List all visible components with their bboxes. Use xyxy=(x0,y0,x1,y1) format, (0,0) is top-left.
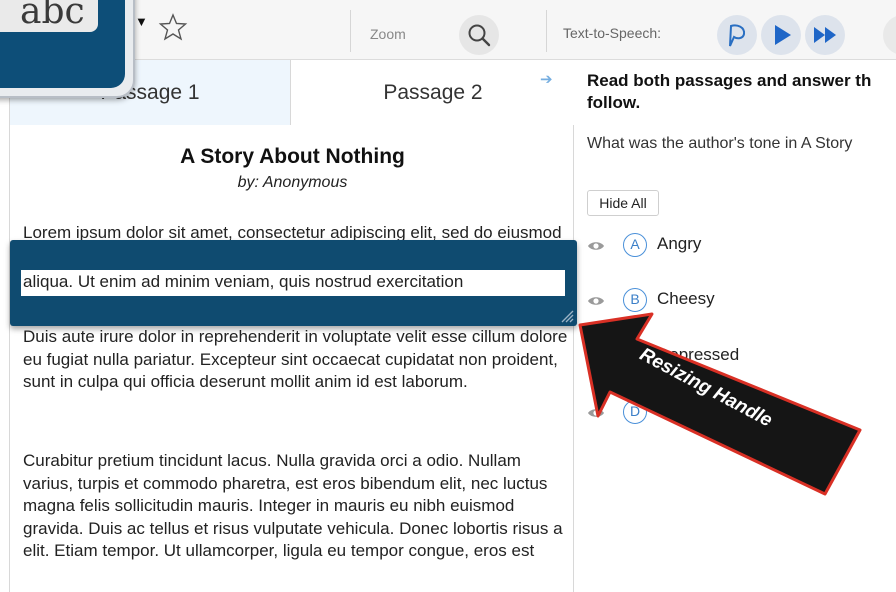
option-label: Comical xyxy=(657,401,719,420)
question-pane: Read both passages and answer th follow.… xyxy=(575,60,896,592)
play-icon xyxy=(775,25,791,45)
question-instructions-line1: Read both passages and answer th xyxy=(587,71,872,90)
speak-selection-button[interactable] xyxy=(717,15,757,55)
tab-passage-2[interactable]: Passage 2 xyxy=(291,60,575,125)
toolbar-button-partial[interactable] xyxy=(883,15,896,55)
option-letter: B xyxy=(623,288,647,312)
eye-icon[interactable] xyxy=(587,294,605,308)
option-label: Cheesy xyxy=(657,289,715,308)
eye-icon[interactable] xyxy=(587,350,605,364)
passage-paragraph: Duis aute irure dolor in reprehenderit i… xyxy=(23,327,568,391)
question-instructions: Read both passages and answer th follow. xyxy=(587,70,896,114)
eye-icon[interactable] xyxy=(587,239,605,253)
magnify-icon xyxy=(468,24,491,47)
option-letter: A xyxy=(623,233,647,257)
line-reader-window: aliqua. Ut enim ad minim veniam, quis no… xyxy=(21,270,565,296)
magnifier-view: abc xyxy=(0,0,125,88)
fast-forward-button[interactable] xyxy=(805,15,845,55)
hide-all-button[interactable]: Hide All xyxy=(587,190,659,216)
magnified-text: abc xyxy=(20,0,85,32)
speak-selection-icon xyxy=(729,24,746,47)
eye-icon[interactable] xyxy=(587,406,605,420)
dropdown-caret-icon[interactable]: ▼ xyxy=(135,14,148,29)
star-icon[interactable] xyxy=(158,12,188,42)
story-title: A Story About Nothing xyxy=(180,145,405,168)
option-letter: D xyxy=(623,400,647,424)
question-text: What was the author's tone in A Story xyxy=(587,135,853,152)
line-reader[interactable]: aliqua. Ut enim ad minim veniam, quis no… xyxy=(10,240,577,326)
magnified-text-box: abc xyxy=(0,0,98,32)
toolbar-divider xyxy=(546,10,547,52)
zoom-button[interactable] xyxy=(459,15,499,55)
toolbar-divider xyxy=(350,10,351,52)
passage-pane: Passage 1 Passage 2 ➔ A Story About Noth… xyxy=(9,60,575,592)
line-reader-text: aliqua. Ut enim ad minim veniam, quis no… xyxy=(23,272,464,291)
magnifier-lens[interactable]: abc xyxy=(0,0,135,98)
fast-forward-icon xyxy=(814,27,836,43)
resize-handle-icon[interactable] xyxy=(560,309,574,323)
option-label: Angry xyxy=(657,234,702,253)
question-instructions-line2: follow. xyxy=(587,93,641,112)
next-arrow-icon[interactable]: ➔ xyxy=(540,70,553,88)
play-button[interactable] xyxy=(761,15,801,55)
story-author: by: Anonymous xyxy=(237,174,348,191)
passage-paragraph: Curabitur pretium tincidunt lacus. Nulla… xyxy=(23,451,563,560)
zoom-label: Zoom xyxy=(370,26,406,42)
tts-label: Text-to-Speech: xyxy=(563,25,662,41)
